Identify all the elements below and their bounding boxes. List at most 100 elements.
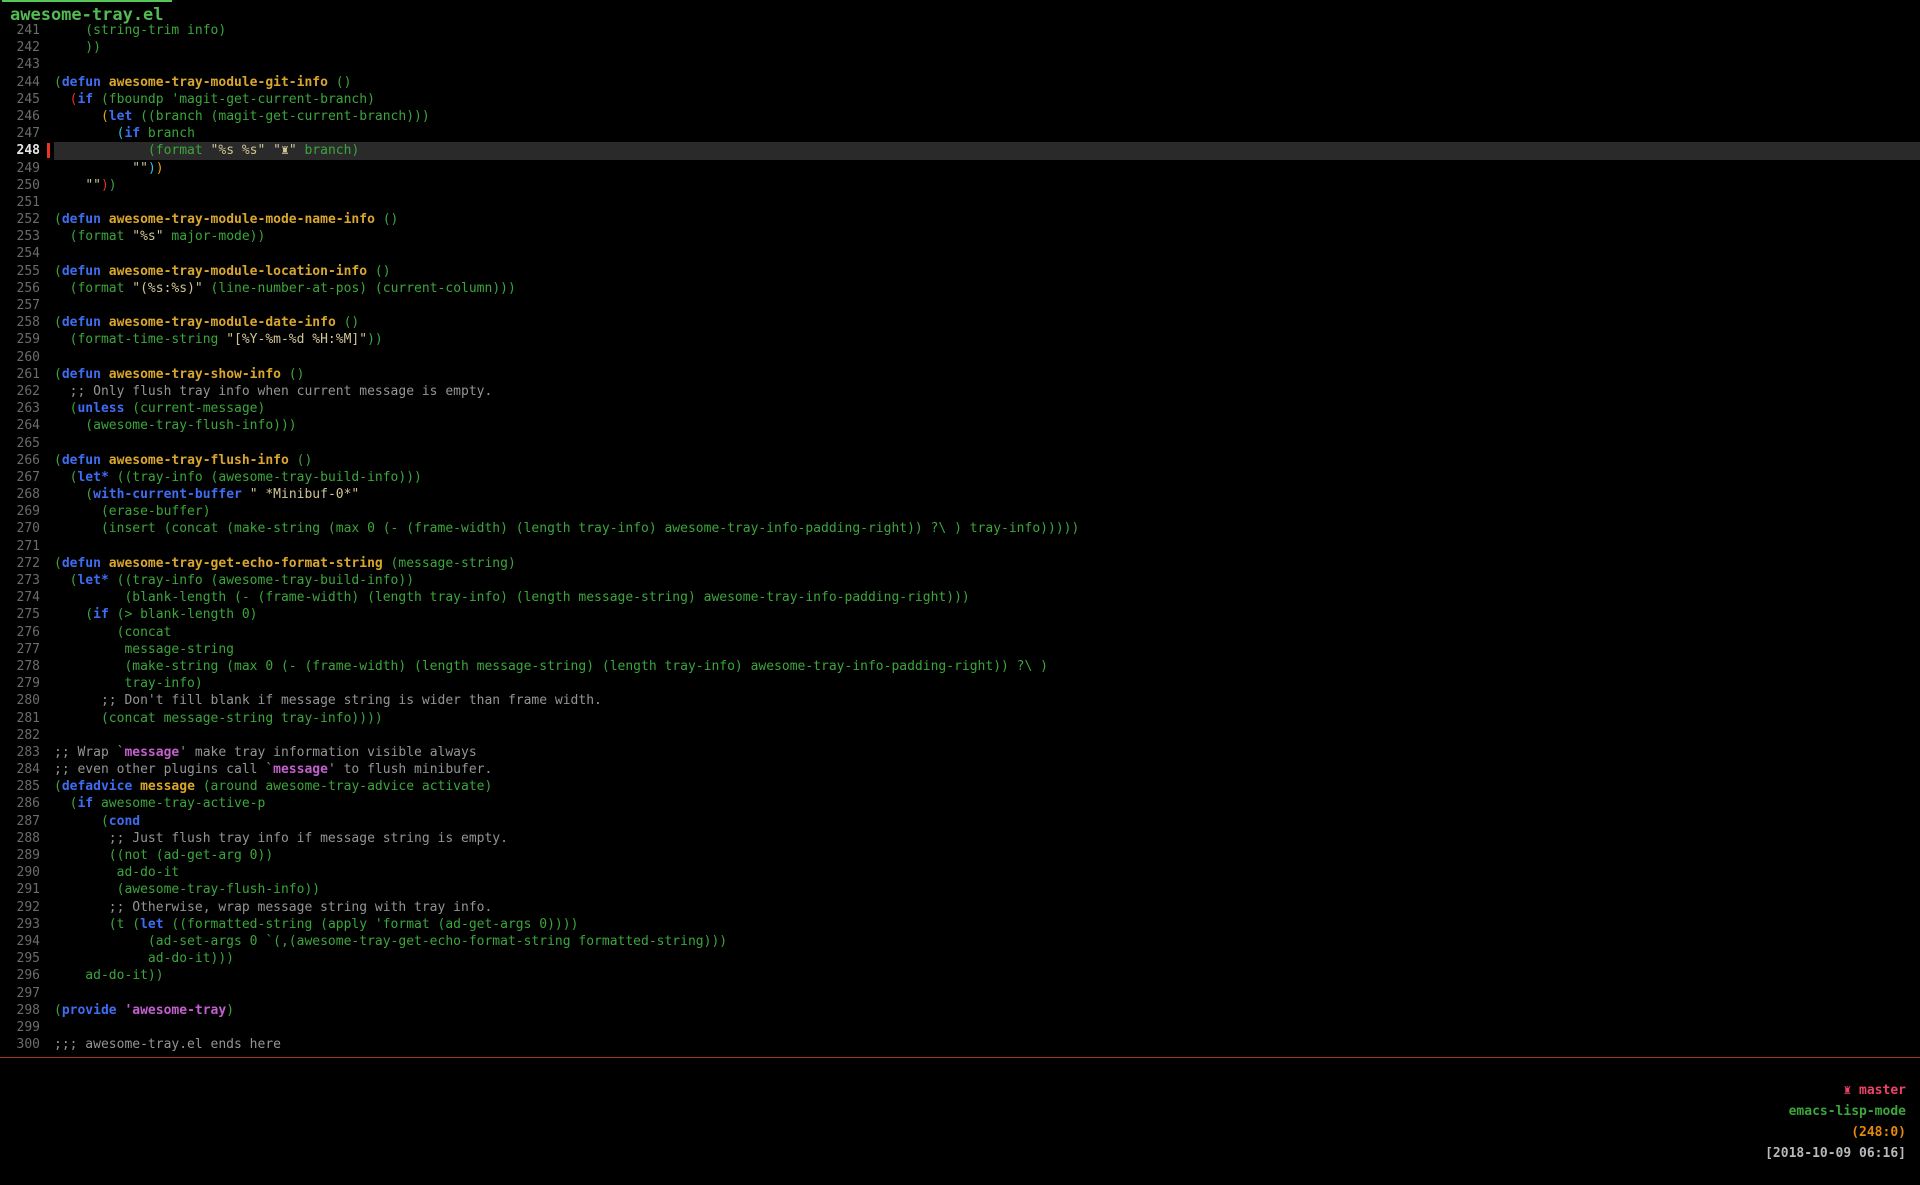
line-number: 284 xyxy=(0,761,54,778)
code-text: (format "(%s:%s)" (line-number-at-pos) (… xyxy=(54,280,1920,297)
code-line: 297 xyxy=(0,985,1920,1002)
line-number: 243 xyxy=(0,56,54,73)
token: awesome-tray-module-git-info xyxy=(109,75,328,90)
token: (t ( xyxy=(54,917,140,932)
code-text xyxy=(54,1019,1920,1036)
tray-date: [2018-10-09 06:16] xyxy=(1765,1146,1906,1161)
code-line: 270 (insert (concat (make-string (max 0 … xyxy=(0,520,1920,537)
token: " *Minibuf-0*" xyxy=(250,487,360,502)
code-line: 274 (blank-length (- (frame-width) (leng… xyxy=(0,589,1920,606)
code-text: (awesome-tray-flush-info))) xyxy=(54,417,1920,434)
token: (awesome-tray-flush-info))) xyxy=(54,418,297,433)
token: (awesome-tray-flush-info)) xyxy=(54,882,320,897)
code-text: (defadvice message (around awesome-tray-… xyxy=(54,778,1920,795)
token: ( xyxy=(54,607,93,622)
token xyxy=(54,109,101,124)
token: awesome-tray-module-location-info xyxy=(109,264,367,279)
line-number: 256 xyxy=(0,280,54,297)
code-text: ;; Only flush tray info when current mes… xyxy=(54,383,1920,400)
token: (insert (concat (make-string (max 0 (- (… xyxy=(54,521,1079,536)
code-line: 294 (ad-set-args 0 `(,(awesome-tray-get-… xyxy=(0,933,1920,950)
token: "" xyxy=(85,178,101,193)
code-text: (insert (concat (make-string (max 0 (- (… xyxy=(54,520,1920,537)
token: )) xyxy=(54,40,101,55)
line-number: 290 xyxy=(0,864,54,881)
code-text: tray-info) xyxy=(54,675,1920,692)
tray-git-branch: ♜ master xyxy=(1843,1083,1906,1098)
code-text: (unless (current-message) xyxy=(54,400,1920,417)
token: (message-string) xyxy=(383,556,516,571)
awesome-tray-bar: ♜ master emacs-lisp-mode (248:0) [2018-1… xyxy=(0,1059,1906,1080)
code-text: (if awesome-tray-active-p xyxy=(54,795,1920,812)
code-area[interactable]: 241 (string-trim info)242 ))243244(defun… xyxy=(0,22,1920,1053)
tab-active-indicator xyxy=(2,0,172,2)
token: (line-number-at-pos) (current-column))) xyxy=(203,281,516,296)
token: (current-message) xyxy=(124,401,265,416)
token: ) xyxy=(148,161,156,176)
token: (fboundp 'magit-get-current-branch) xyxy=(93,92,375,107)
token: () xyxy=(375,212,398,227)
code-text xyxy=(54,435,1920,452)
code-text: (format-time-string "[%Y-%m-%d %H:%M]")) xyxy=(54,331,1920,348)
token: "[%Y-%m-%d %H:%M]" xyxy=(226,332,367,347)
token: defun xyxy=(62,367,101,382)
code-text: ad-do-it))) xyxy=(54,950,1920,967)
token: (erase-buffer) xyxy=(54,504,211,519)
token: ((branch (magit-get-current-branch))) xyxy=(132,109,429,124)
code-line: 259 (format-time-string "[%Y-%m-%d %H:%M… xyxy=(0,331,1920,348)
code-line: 266(defun awesome-tray-flush-info () xyxy=(0,452,1920,469)
token xyxy=(54,126,117,141)
line-number: 291 xyxy=(0,881,54,898)
line-number: 288 xyxy=(0,830,54,847)
line-number: 298 xyxy=(0,1002,54,1019)
code-line: 298(provide 'awesome-tray) xyxy=(0,1002,1920,1019)
token xyxy=(54,178,85,193)
token xyxy=(265,143,273,158)
code-line: 284;; even other plugins call `message' … xyxy=(0,761,1920,778)
code-text: ;; Otherwise, wrap message string with t… xyxy=(54,899,1920,916)
token: ( xyxy=(54,470,77,485)
token: (concat message-string tray-info)))) xyxy=(54,711,383,726)
code-text: (defun awesome-tray-module-date-info () xyxy=(54,314,1920,331)
code-text xyxy=(54,245,1920,262)
code-line: 262 ;; Only flush tray info when current… xyxy=(0,383,1920,400)
token: "" xyxy=(132,161,148,176)
token: ;; Wrap ` xyxy=(54,745,124,760)
code-text: (erase-buffer) xyxy=(54,503,1920,520)
code-text: (defun awesome-tray-module-git-info () xyxy=(54,74,1920,91)
code-text: (defun awesome-tray-get-echo-format-stri… xyxy=(54,555,1920,572)
token: (> blank-length 0) xyxy=(109,607,258,622)
code-text: "")) xyxy=(54,177,1920,194)
line-number: 281 xyxy=(0,710,54,727)
code-line: 276 (concat xyxy=(0,624,1920,641)
token: ;; even other plugins call ` xyxy=(54,762,273,777)
line-number: 299 xyxy=(0,1019,54,1036)
line-number: 269 xyxy=(0,503,54,520)
token: awesome-tray-flush-info xyxy=(109,453,289,468)
code-line: 241 (string-trim info) xyxy=(0,22,1920,39)
code-text: (if branch xyxy=(54,125,1920,142)
line-number: 272 xyxy=(0,555,54,572)
code-line: 261(defun awesome-tray-show-info () xyxy=(0,366,1920,383)
code-text: "")) xyxy=(54,160,1920,177)
line-number: 244 xyxy=(0,74,54,91)
token: unless xyxy=(77,401,124,416)
token: (concat xyxy=(54,625,171,640)
code-line: 300;;; awesome-tray.el ends here xyxy=(0,1036,1920,1053)
token: (format xyxy=(54,229,132,244)
code-text: (blank-length (- (frame-width) (length t… xyxy=(54,589,1920,606)
token xyxy=(132,779,140,794)
token: 'awesome-tray xyxy=(124,1003,226,1018)
token: ( xyxy=(54,556,62,571)
token: ( xyxy=(54,264,62,279)
token: ( xyxy=(54,212,62,227)
token: "%s %s" xyxy=(211,143,266,158)
code-text: message-string xyxy=(54,641,1920,658)
token: ;; Otherwise, wrap message string with t… xyxy=(54,900,492,915)
code-line: 255(defun awesome-tray-module-location-i… xyxy=(0,263,1920,280)
token xyxy=(101,264,109,279)
token: ( xyxy=(54,1003,62,1018)
code-text xyxy=(54,538,1920,555)
token: ) xyxy=(101,178,109,193)
code-text: ad-do-it)) xyxy=(54,967,1920,984)
